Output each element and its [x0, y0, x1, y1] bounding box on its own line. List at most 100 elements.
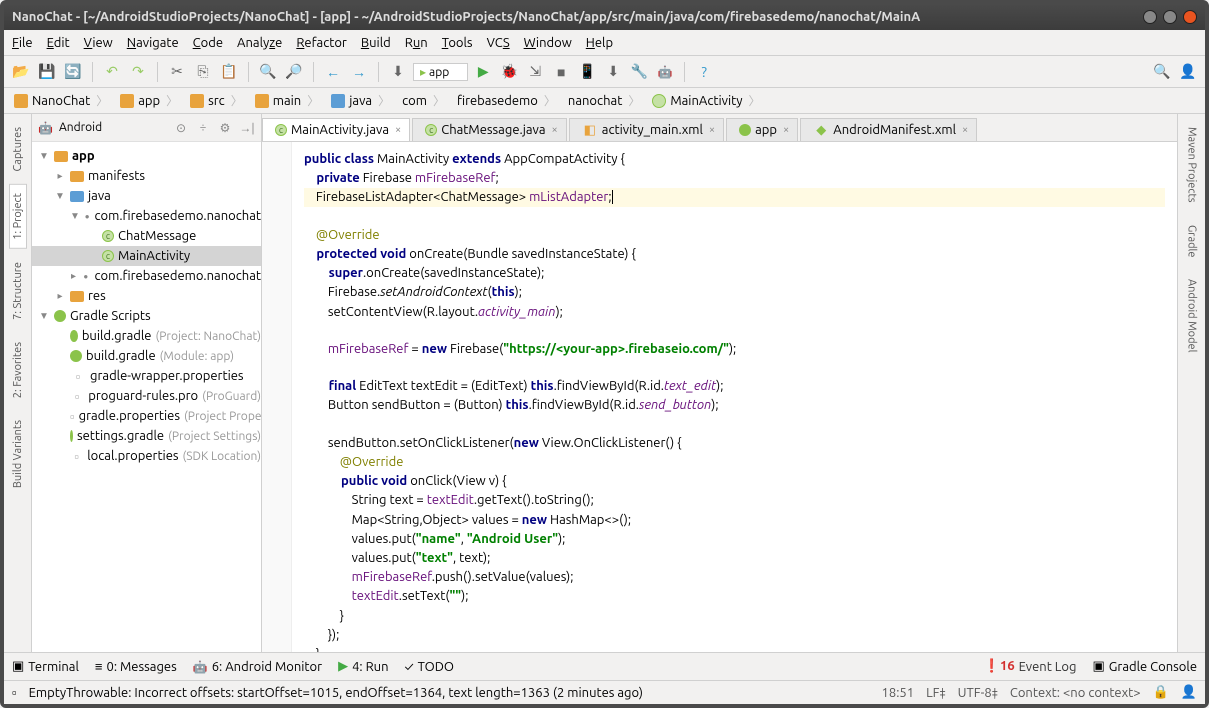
attach-icon[interactable]: ⇲: [524, 61, 546, 83]
sidebar-collapse-icon[interactable]: ⊙: [173, 120, 189, 136]
editor-tab-mainactivity[interactable]: cMainActivity.java×: [262, 118, 410, 141]
status-toggle-icon[interactable]: ▫: [12, 685, 17, 700]
forward-icon[interactable]: →: [348, 61, 370, 83]
undo-icon[interactable]: ↶: [101, 61, 123, 83]
menu-navigate[interactable]: Navigate: [127, 36, 179, 50]
tree-node-build-gradle-project[interactable]: build.gradle(Project: NanoChat): [32, 326, 261, 346]
code-content[interactable]: public class MainActivity extends AppCom…: [292, 142, 1177, 652]
ddms-icon[interactable]: 🔧: [628, 61, 650, 83]
bottomtab-todo[interactable]: ✓ TODO: [405, 660, 455, 674]
tree-node-java[interactable]: ▼java: [32, 186, 261, 206]
sync-icon[interactable]: 🔄: [62, 61, 84, 83]
lock-icon[interactable]: 🔒: [1153, 685, 1169, 700]
window-minimize-button[interactable]: [1143, 10, 1157, 24]
menu-file[interactable]: File: [12, 36, 33, 50]
tree-node-package[interactable]: ▼com.firebasedemo.nanochat: [32, 206, 261, 226]
tree-node-app[interactable]: ▼app: [32, 146, 261, 166]
breadcrumb-item[interactable]: firebasedemo: [453, 92, 564, 109]
stop-icon[interactable]: ■: [550, 61, 572, 83]
bottomtab-android-monitor[interactable]: 🤖 6: Android Monitor: [193, 660, 322, 674]
tree-node-chatmessage[interactable]: cChatMessage: [32, 226, 261, 246]
debug-icon[interactable]: 🐞: [498, 61, 520, 83]
cut-icon[interactable]: ✂: [166, 61, 188, 83]
help-icon[interactable]: ?: [693, 61, 715, 83]
breadcrumb-item[interactable]: main: [251, 92, 328, 109]
open-icon[interactable]: 📂: [10, 61, 32, 83]
bottomtab-terminal[interactable]: ▣ Terminal: [12, 659, 79, 674]
sidetab-captures[interactable]: Captures: [9, 118, 27, 180]
sidetab-build-variants[interactable]: Build Variants: [9, 411, 27, 497]
find-icon[interactable]: 🔍: [257, 61, 279, 83]
status-line-separator[interactable]: LF‡: [926, 686, 946, 700]
bottomtab-gradle-console[interactable]: ▣ Gradle Console: [1093, 659, 1198, 674]
sidebar-expand-icon[interactable]: ÷: [195, 120, 211, 136]
save-icon[interactable]: 💾: [36, 61, 58, 83]
menu-refactor[interactable]: Refactor: [296, 36, 347, 50]
menu-vcs[interactable]: VCS: [487, 36, 510, 50]
menu-code[interactable]: Code: [193, 36, 223, 50]
menu-build[interactable]: Build: [361, 36, 391, 50]
sidetab-gradle[interactable]: Gradle: [1183, 216, 1201, 267]
search-everywhere-icon[interactable]: 🔍: [1151, 61, 1173, 83]
bottomtab-event-log[interactable]: ❗16 Event Log: [984, 659, 1077, 674]
sidebar-mode-selector[interactable]: Android: [59, 121, 167, 134]
editor-tab-activity-main[interactable]: ◧activity_main.xml×: [569, 118, 724, 141]
editor-tab-manifest[interactable]: ◆AndroidManifest.xml×: [800, 118, 977, 141]
close-icon[interactable]: ×: [962, 124, 968, 136]
run-config-selector[interactable]: app: [413, 63, 468, 81]
breadcrumb-item[interactable]: app: [116, 92, 186, 109]
tree-node-local-props[interactable]: local.properties(SDK Location): [32, 446, 261, 466]
tree-node-settings-gradle[interactable]: settings.gradle(Project Settings): [32, 426, 261, 446]
replace-icon[interactable]: 🔎: [283, 61, 305, 83]
window-maximize-button[interactable]: [1163, 10, 1177, 24]
close-icon[interactable]: ×: [395, 124, 401, 136]
breadcrumb-item[interactable]: java: [327, 92, 398, 109]
sidetab-android-model[interactable]: Android Model: [1183, 270, 1201, 361]
paste-icon[interactable]: 📋: [218, 61, 240, 83]
avd-icon[interactable]: 📱: [576, 61, 598, 83]
close-icon[interactable]: ×: [552, 124, 558, 136]
run-icon[interactable]: ▶: [472, 61, 494, 83]
copy-icon[interactable]: ⎘: [192, 61, 214, 83]
sidebar-hide-icon[interactable]: →|: [239, 120, 255, 136]
tree-node-res[interactable]: ▸res: [32, 286, 261, 306]
tree-node-manifests[interactable]: ▸manifests: [32, 166, 261, 186]
hector-icon[interactable]: 👤: [1181, 685, 1197, 700]
close-icon[interactable]: ×: [709, 124, 715, 136]
tree-node-package-test[interactable]: ▸com.firebasedemo.nanochat: [32, 266, 261, 286]
android-icon[interactable]: 🤖: [654, 61, 676, 83]
menu-edit[interactable]: Edit: [47, 36, 70, 50]
tree-node-gradle-props[interactable]: gradle.properties(Project Properties): [32, 406, 261, 426]
breadcrumb-item[interactable]: src: [186, 92, 251, 109]
close-icon[interactable]: ×: [783, 124, 789, 136]
tree-node-gradle-wrapper[interactable]: gradle-wrapper.properties: [32, 366, 261, 386]
bottomtab-run[interactable]: ▶ 4: Run: [338, 659, 388, 674]
back-icon[interactable]: ←: [322, 61, 344, 83]
redo-icon[interactable]: ↷: [127, 61, 149, 83]
menu-tools[interactable]: Tools: [442, 36, 473, 50]
editor-tab-chatmessage[interactable]: cChatMessage.java×: [412, 118, 567, 141]
editor-tab-app[interactable]: app×: [726, 118, 798, 141]
menu-help[interactable]: Help: [586, 36, 613, 50]
sidetab-maven[interactable]: Maven Projects: [1183, 118, 1201, 212]
sidebar-settings-icon[interactable]: ⚙: [217, 120, 233, 136]
menu-window[interactable]: Window: [524, 36, 572, 50]
breadcrumb-item[interactable]: com: [398, 92, 453, 109]
tree-node-gradle-scripts[interactable]: ▼Gradle Scripts: [32, 306, 261, 326]
sdk-icon[interactable]: ⬇: [602, 61, 624, 83]
menu-analyze[interactable]: Analyze: [237, 36, 282, 50]
tree-node-build-gradle-module[interactable]: build.gradle(Module: app): [32, 346, 261, 366]
window-close-button[interactable]: [1183, 10, 1197, 24]
make-icon[interactable]: ⬇: [387, 61, 409, 83]
menu-view[interactable]: View: [84, 36, 113, 50]
status-encoding[interactable]: UTF-8‡: [958, 686, 998, 700]
sidetab-favorites[interactable]: 2: Favorites: [9, 333, 27, 407]
bottomtab-messages[interactable]: ≡ 0: Messages: [95, 659, 177, 674]
code-editor[interactable]: public class MainActivity extends AppCom…: [262, 142, 1177, 652]
tree-node-mainactivity[interactable]: cMainActivity: [32, 246, 261, 266]
sidetab-structure[interactable]: 7: Structure: [9, 253, 27, 329]
tree-node-proguard[interactable]: proguard-rules.pro(ProGuard): [32, 386, 261, 406]
breadcrumb-item[interactable]: NanoChat: [10, 92, 116, 109]
user-icon[interactable]: 👤: [1177, 61, 1199, 83]
breadcrumb-item[interactable]: nanochat: [564, 92, 648, 109]
